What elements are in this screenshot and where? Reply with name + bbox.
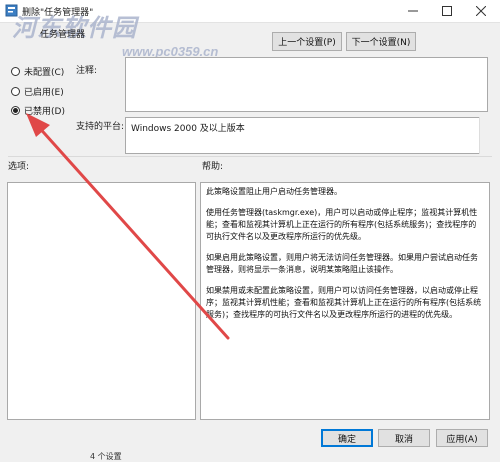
policy-name: 任务管理器 <box>40 30 86 40</box>
maximize-icon <box>442 6 452 16</box>
radio-circle[interactable] <box>11 67 20 76</box>
minimize-icon <box>408 10 418 12</box>
radio-label: 已启用(E) <box>24 88 64 98</box>
comment-label: 注释: <box>76 66 98 76</box>
help-paragraph: 如果禁用或未配置此策略设置，则用户可以访问任务管理器，以启动或停止程序；监视其计… <box>206 286 482 319</box>
radio-circle[interactable] <box>11 87 20 96</box>
radio-selected-dot <box>13 108 18 113</box>
apply-button[interactable]: 应用(A) <box>436 429 488 447</box>
help-panel: 此策略设置阻止用户启动任务管理器。 使用任务管理器(taskmgr.exe)，用… <box>200 182 490 420</box>
prev-setting-button[interactable]: 上一个设置(P) <box>272 32 342 51</box>
platform-label: 支持的平台: <box>76 122 125 132</box>
comment-textbox[interactable] <box>125 57 488 112</box>
options-panel <box>7 182 196 420</box>
options-label: 选项: <box>8 162 30 172</box>
maximize-button[interactable] <box>430 0 464 22</box>
radio-not-configured[interactable]: 未配置(C) <box>11 65 64 78</box>
radio-enabled[interactable]: 已启用(E) <box>11 85 64 98</box>
help-paragraph: 如果启用此策略设置，则用户将无法访问任务管理器。如果用户尝试启动任务管理器，则将… <box>206 253 478 274</box>
radio-disabled[interactable]: 已禁用(D) <box>11 104 65 117</box>
help-label: 帮助: <box>202 162 224 172</box>
cancel-button[interactable]: 取消 <box>378 429 430 447</box>
platform-textbox[interactable]: Windows 2000 及以上版本 <box>125 117 488 154</box>
status-text: 4 个设置 <box>90 452 122 461</box>
close-button[interactable] <box>464 0 498 22</box>
minimize-button[interactable] <box>396 0 430 22</box>
next-setting-button[interactable]: 下一个设置(N) <box>346 32 416 51</box>
help-paragraph: 使用任务管理器(taskmgr.exe)，用户可以启动或停止程序；监视其计算机性… <box>206 208 478 241</box>
help-paragraph: 此策略设置阻止用户启动任务管理器。 <box>206 187 342 196</box>
radio-label: 未配置(C) <box>24 68 65 78</box>
platform-scrollbar[interactable] <box>479 117 489 154</box>
divider <box>8 156 492 157</box>
ok-button[interactable]: 确定 <box>321 429 373 447</box>
radio-circle-selected[interactable] <box>11 106 20 115</box>
radio-label: 已禁用(D) <box>24 107 65 117</box>
close-icon <box>476 6 486 16</box>
